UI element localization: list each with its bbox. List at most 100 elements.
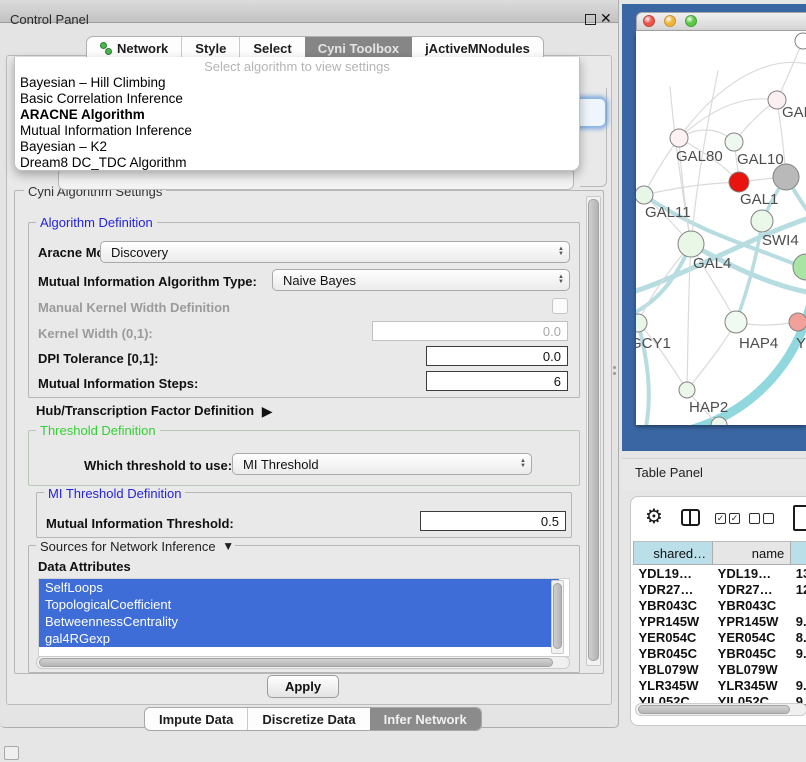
settings-vertical-scrollbar-thumb[interactable] bbox=[588, 199, 599, 661]
list-item[interactable]: gal4RGexp bbox=[39, 630, 559, 647]
network-node[interactable] bbox=[773, 164, 799, 190]
float-window-icon[interactable] bbox=[585, 14, 596, 25]
table-row[interactable]: YLR345WYLR345W9. bbox=[634, 677, 806, 693]
close-icon[interactable]: ✕ bbox=[600, 10, 612, 26]
table-cell[interactable]: YBR043C bbox=[713, 597, 791, 613]
menu-item[interactable]: Dream8 DC_TDC Algorithm bbox=[15, 155, 579, 171]
table-row[interactable]: YBR043CYBR043C bbox=[634, 597, 806, 613]
sources-group-title[interactable]: Sources for Network Inference ▼ bbox=[36, 539, 235, 554]
menu-item[interactable]: Basic Correlation Inference bbox=[15, 91, 579, 107]
table-cell[interactable]: YPR145W bbox=[713, 613, 791, 629]
node-attribute-table[interactable]: shared…nameA YDL19…YDL19…13YDR27…YDR27…1… bbox=[633, 541, 806, 709]
network-edge[interactable] bbox=[638, 244, 691, 323]
network-node-gal11[interactable] bbox=[636, 186, 653, 204]
document-icon[interactable] bbox=[793, 505, 806, 531]
table-row[interactable]: YPR145WYPR145W9. bbox=[634, 613, 806, 629]
manual-kernel-width-checkbox[interactable] bbox=[552, 298, 568, 314]
table-cell[interactable]: 9. bbox=[791, 645, 806, 661]
table-cell[interactable]: YDL19… bbox=[634, 565, 713, 582]
network-view-canvas[interactable]: GALGAL80GAL10GAL1GAL11SWI4GAL4GCY1HAP4YH… bbox=[636, 31, 806, 425]
splitter-handle[interactable] bbox=[613, 372, 616, 375]
network-node-gal80[interactable] bbox=[670, 129, 688, 147]
hidden-combo-bottom[interactable] bbox=[58, 168, 574, 190]
attributes-scrollbar[interactable] bbox=[551, 580, 564, 654]
mi-threshold-field[interactable] bbox=[420, 511, 566, 531]
unchecked-checkbox-icon[interactable] bbox=[749, 513, 760, 524]
table-row[interactable]: YBL079WYBL079W bbox=[634, 661, 806, 677]
table-row[interactable]: YER054CYER054C8. bbox=[634, 629, 806, 645]
list-item[interactable]: TopologicalCoefficient bbox=[39, 596, 559, 613]
aracne-mode-combo[interactable]: Discovery ▲▼ bbox=[100, 241, 570, 263]
network-node-gal1[interactable] bbox=[729, 172, 749, 192]
zoom-traffic-light[interactable] bbox=[685, 15, 697, 27]
table-cell[interactable]: YER054C bbox=[713, 629, 791, 645]
list-item[interactable]: SelfLoops bbox=[39, 579, 559, 596]
data-attributes-list[interactable]: SelfLoopsTopologicalCoefficientBetweenne… bbox=[38, 578, 570, 657]
settings-horizontal-scrollbar-thumb[interactable] bbox=[39, 658, 553, 667]
bottom-tab-impute-data[interactable]: Impute Data bbox=[145, 708, 247, 730]
table-cell[interactable]: YPR145W bbox=[634, 613, 713, 629]
settings-horizontal-scrollbar[interactable] bbox=[36, 656, 570, 669]
menu-item[interactable]: ARACNE Algorithm bbox=[15, 107, 579, 123]
table-cell[interactable]: YLR345W bbox=[634, 677, 713, 693]
settings-vertical-scrollbar[interactable] bbox=[586, 196, 601, 666]
expand-right-icon[interactable]: ▶ bbox=[262, 403, 273, 419]
table-cell[interactable] bbox=[791, 661, 806, 677]
table-cell[interactable]: YDR27… bbox=[713, 581, 791, 597]
table-row[interactable]: YBR045CYBR045C9. bbox=[634, 645, 806, 661]
network-edge[interactable] bbox=[777, 41, 803, 100]
attributes-scrollbar-thumb[interactable] bbox=[553, 583, 562, 649]
menu-item[interactable]: Mutual Information Inference bbox=[15, 123, 579, 139]
network-edge[interactable] bbox=[679, 62, 806, 138]
table-cell[interactable] bbox=[791, 597, 806, 613]
mi-steps-field[interactable] bbox=[426, 371, 568, 391]
table-horizontal-scrollbar[interactable] bbox=[635, 703, 806, 716]
table-row[interactable]: YDL19…YDL19…13 bbox=[634, 565, 806, 582]
gear-icon[interactable]: ⚙ bbox=[645, 506, 663, 526]
network-edge[interactable] bbox=[644, 138, 679, 195]
network-node-gal4[interactable] bbox=[678, 231, 704, 257]
network-node-hap2[interactable] bbox=[679, 382, 695, 398]
table-cell[interactable]: YER054C bbox=[634, 629, 713, 645]
menu-item[interactable]: Bayesian – Hill Climbing bbox=[15, 75, 579, 91]
network-node-gcy1[interactable] bbox=[636, 314, 647, 332]
kernel-width-field[interactable] bbox=[372, 321, 568, 341]
network-edge[interactable] bbox=[687, 244, 691, 390]
menu-item[interactable]: Bayesian – K2 bbox=[15, 139, 579, 155]
unchecked-checkbox-icon[interactable] bbox=[763, 513, 774, 524]
table-cell[interactable]: 12 bbox=[791, 581, 806, 597]
hub-definition-label[interactable]: Hub/Transcription Factor Definition ▶ bbox=[36, 402, 269, 419]
table-row[interactable]: YDR27…YDR27…12 bbox=[634, 581, 806, 597]
splitter-handle[interactable] bbox=[613, 366, 616, 369]
table-cell[interactable]: YBR045C bbox=[634, 645, 713, 661]
close-traffic-light[interactable] bbox=[643, 15, 655, 27]
column-layout-icon[interactable] bbox=[681, 509, 700, 526]
network-edge[interactable] bbox=[644, 182, 739, 195]
table-column-header[interactable]: A bbox=[791, 542, 806, 565]
dpi-tolerance-field[interactable] bbox=[426, 346, 568, 366]
checked-checkbox-icon[interactable]: ✓ bbox=[715, 513, 726, 524]
mi-algorithm-type-combo[interactable]: Naive Bayes ▲▼ bbox=[272, 269, 570, 291]
table-horizontal-scrollbar-thumb[interactable] bbox=[638, 705, 790, 714]
table-cell[interactable]: YBL079W bbox=[634, 661, 713, 677]
network-node[interactable] bbox=[793, 254, 806, 280]
table-cell[interactable]: YDR27… bbox=[634, 581, 713, 597]
network-window-titlebar[interactable] bbox=[636, 12, 806, 31]
network-node-gal10[interactable] bbox=[725, 133, 743, 151]
table-cell[interactable]: YBR045C bbox=[713, 645, 791, 661]
which-threshold-combo[interactable]: MI Threshold ▲▼ bbox=[232, 453, 532, 475]
minimize-traffic-light[interactable] bbox=[664, 15, 676, 27]
table-cell[interactable]: 13 bbox=[791, 565, 806, 582]
table-cell[interactable]: 9. bbox=[791, 677, 806, 693]
bottom-tab-infer-network[interactable]: Infer Network bbox=[370, 708, 481, 730]
network-edge[interactable] bbox=[687, 322, 736, 390]
table-cell[interactable]: YLR345W bbox=[713, 677, 791, 693]
network-node-hap4[interactable] bbox=[725, 311, 747, 333]
checked-checkbox-icon[interactable]: ✓ bbox=[729, 513, 740, 524]
table-cell[interactable]: 8. bbox=[791, 629, 806, 645]
table-column-header[interactable]: shared… bbox=[634, 542, 713, 565]
table-header-row[interactable]: shared…nameA bbox=[634, 542, 806, 565]
table-cell[interactable]: YDL19… bbox=[713, 565, 791, 582]
table-cell[interactable]: YBL079W bbox=[713, 661, 791, 677]
collapse-down-icon[interactable]: ▼ bbox=[222, 539, 234, 553]
